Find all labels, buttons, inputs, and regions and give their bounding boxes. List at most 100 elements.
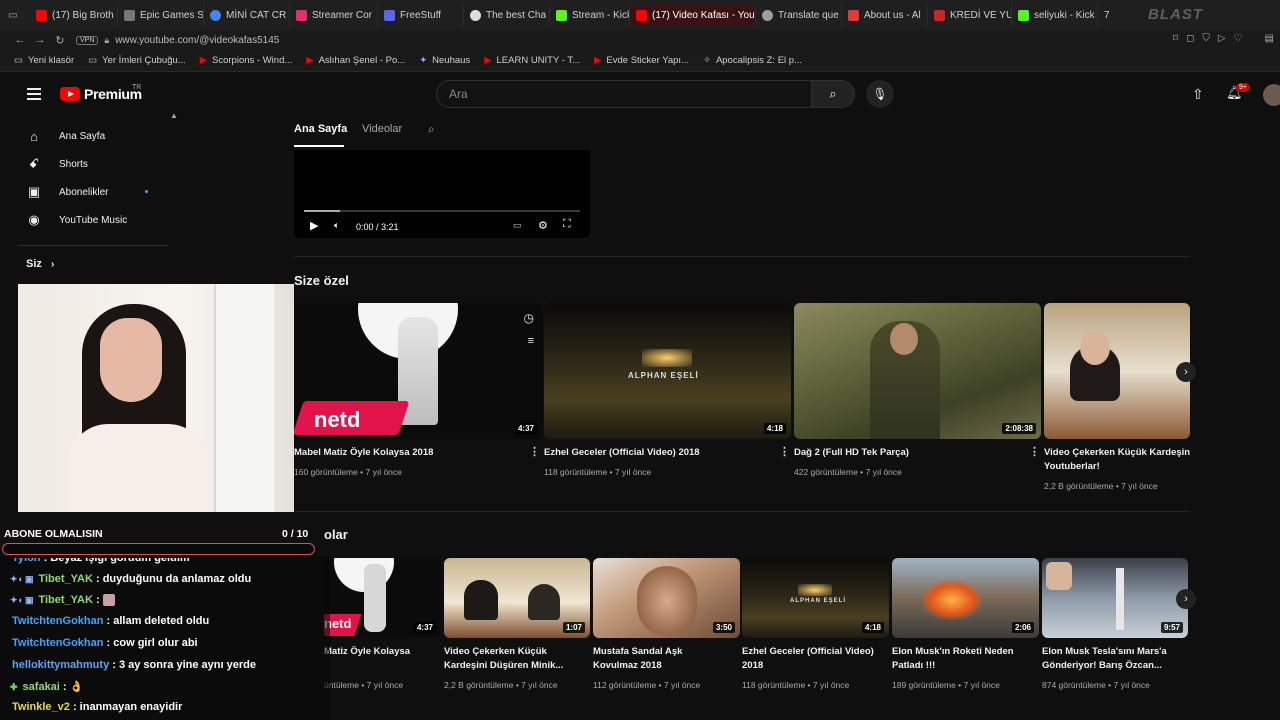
lock-icon[interactable]: 🔒︎ — [104, 35, 109, 46]
browser-tab-active[interactable]: (17) Video Kafası - YouT — [630, 4, 756, 26]
browser-tab[interactable]: Streamer Cor — [290, 4, 378, 26]
video-thumbnail[interactable]: ALPHAN EŞELİ 4:18 — [544, 303, 791, 439]
video-thumbnail[interactable]: 9:57 — [1042, 558, 1188, 638]
video-title-block[interactable]: Ezhel Geceler (Official Video) 2018 — [742, 645, 888, 673]
chat-text: : — [95, 594, 100, 606]
chat-username: hellokittymahmuty — [12, 659, 110, 671]
scroll-up-icon[interactable]: ▲ — [170, 111, 178, 120]
bookmark-label: Yeni klasör — [27, 55, 75, 66]
vpn-badge[interactable]: VPN — [76, 35, 99, 45]
browser-tab[interactable]: Stream - Kick — [550, 4, 630, 26]
shelf-next-button[interactable]: › — [1176, 362, 1196, 382]
section-title-videos: olar — [324, 527, 348, 542]
video-title[interactable]: Mabel Matiz Öyle Kolaysa 2018 — [294, 446, 433, 460]
bookmark-item[interactable]: ▶ Scorpions - Wind... — [200, 55, 293, 66]
bookmark-item[interactable]: ▭ Yeni klasör — [14, 55, 74, 66]
send-icon[interactable]: ▷ — [1218, 33, 1226, 44]
browser-tab[interactable]: The best Cha — [464, 4, 550, 26]
settings-icon[interactable]: ⚙ — [538, 219, 548, 232]
search-button[interactable]: ⌕ — [811, 80, 855, 108]
video-title-block[interactable]: Video Çekerken Küçük Kardeşini D Youtube… — [1044, 446, 1190, 474]
sidebar-you[interactable]: Siz › — [26, 258, 54, 270]
browser-tab[interactable]: Epic Games S — [118, 4, 204, 26]
sidebar-toggle-icon[interactable]: ▤ — [1265, 33, 1274, 44]
watch-later-icon[interactable]: ◷ — [524, 311, 534, 325]
browser-tab[interactable]: (17) Big Broth — [30, 4, 118, 26]
sidebar-item-subscriptions[interactable]: ▣ Abonelikler — [26, 184, 109, 200]
video-title[interactable]: Matiz Öyle Kolaysa — [324, 645, 410, 659]
tab-videos[interactable]: Videolar — [362, 123, 402, 135]
sidebar-item-shorts[interactable]: ꗃ Shorts — [26, 156, 88, 172]
browser-tab-bar: ▭ (17) Big Broth Epic Games S MİNİ CAT C… — [0, 0, 1280, 30]
video-title-line2: Gönderiyor! Barış Özcan... — [1042, 660, 1162, 671]
thumbnail-overlay-text: netd — [314, 407, 361, 432]
add-to-queue-icon[interactable]: ≡ — [528, 335, 534, 347]
bookmark-item[interactable]: ✦ Neuhaus — [419, 55, 470, 66]
more-options-icon[interactable]: ⋮ — [779, 445, 790, 458]
tab-strip-icon[interactable]: ▭ — [8, 10, 30, 21]
chat-text: : allam deleted oldu — [106, 615, 210, 627]
browser-tab[interactable]: About us - Al — [842, 4, 928, 26]
bookmark-item[interactable]: ✧ Apocalipsis Z: El p... — [703, 55, 802, 66]
chat-text: : duyduğunu da anlamaz oldu — [95, 573, 252, 585]
bookmark-item[interactable]: ▶ Aslıhan Şenel - Po... — [306, 55, 405, 66]
video-thumbnail[interactable]: 3:50 — [593, 558, 740, 638]
video-thumbnail[interactable] — [1044, 303, 1190, 439]
bookmarks-bar: ▭ Yeni klasör ▭ Yer İmleri Çubuğu... ▶ Scor… — [0, 50, 1280, 72]
progress-bar[interactable] — [304, 210, 580, 212]
menu-icon[interactable] — [27, 88, 41, 100]
fullscreen-icon[interactable]: ⛶ — [563, 218, 571, 231]
avatar[interactable] — [1263, 84, 1280, 106]
bookmark-item[interactable]: ▭ Yer İmleri Çubuğu... — [88, 55, 186, 66]
home-icon: ⌂ — [30, 128, 38, 144]
search-input[interactable]: Ara — [436, 80, 812, 108]
back-icon[interactable]: ← — [12, 34, 28, 46]
bookmark-label: Scorpions - Wind... — [212, 55, 293, 66]
sidebar-item-music[interactable]: ◉ YouTube Music — [26, 212, 127, 228]
shield-icon[interactable]: ⛉ — [1202, 33, 1210, 44]
upload-icon[interactable]: ⇧ — [1192, 86, 1204, 103]
video-duration: 4:37 — [514, 423, 537, 434]
chat-badges: ✦◐▣ — [10, 595, 35, 605]
play-icon[interactable]: ▶ — [310, 219, 318, 232]
youtube-logo[interactable]: Premium — [60, 86, 142, 102]
tab-label: MİNİ CAT CR — [226, 9, 287, 21]
reload-icon[interactable]: ↻ — [52, 34, 68, 47]
video-title-block[interactable]: Mustafa Sandal Aşk Kovulmaz 2018 — [593, 645, 739, 673]
browser-tab[interactable]: FreeStuff — [378, 4, 464, 26]
more-options-icon[interactable]: ⋮ — [529, 445, 540, 458]
volume-icon[interactable]: 🔈︎ — [334, 220, 339, 231]
browser-tab[interactable]: Translate que — [756, 4, 842, 26]
forward-icon[interactable]: → — [32, 34, 48, 46]
bookmark-item[interactable]: ▶ LEARN UNITY - T... — [484, 55, 580, 66]
voice-search-button[interactable]: 🎙︎ — [866, 80, 894, 108]
more-options-icon[interactable]: ⋮ — [1029, 445, 1040, 458]
screenshot-icon[interactable]: ◻ — [1186, 33, 1194, 44]
heart-icon[interactable]: ♡ — [1234, 33, 1243, 44]
video-thumbnail[interactable]: 2:06 — [892, 558, 1039, 638]
video-thumbnail[interactable]: 2:08:38 — [794, 303, 1041, 439]
browser-tab[interactable]: 7 — [1098, 4, 1128, 26]
featured-video-player[interactable]: ▶ 🔈︎ 0:00 / 3:21 ▭ ⚙ ⛶ — [294, 150, 590, 238]
channel-search-icon[interactable]: ⌕ — [428, 122, 435, 137]
video-thumbnail[interactable]: netd 4:37 — [324, 558, 441, 638]
tab-home[interactable]: Ana Sayfa — [294, 123, 347, 135]
subtitles-icon[interactable]: ▭ — [513, 220, 522, 231]
video-title-block[interactable]: Elon Musk'ın Roketi Neden Patladı !!! — [892, 645, 1038, 673]
video-thumbnail[interactable]: 1:07 — [444, 558, 590, 638]
video-title[interactable]: Dağ 2 (Full HD Tek Parça) — [794, 446, 909, 460]
video-thumbnail[interactable]: netd ◷ ≡ 4:37 — [294, 303, 542, 439]
url-field[interactable]: www.youtube.com/@videokafas5145 — [115, 35, 279, 46]
bookmark-item[interactable]: ▶ Evde Sticker Yapı... — [594, 55, 689, 66]
chat-message: TwitchtenGokhan : cow girl olur abi — [12, 637, 198, 649]
browser-tab[interactable]: MİNİ CAT CR — [204, 4, 290, 26]
video-title-block[interactable]: Video Çekerken Küçük Kardeşini Düşüren M… — [444, 645, 590, 673]
shelf-next-button[interactable]: › — [1176, 589, 1196, 609]
browser-tab[interactable]: KREDİ VE YU — [928, 4, 1012, 26]
video-title[interactable]: Ezhel Geceler (Official Video) 2018 — [544, 446, 700, 460]
video-title-block[interactable]: Elon Musk Tesla'sını Mars'a Gönderiyor! … — [1042, 645, 1188, 673]
sidebar-item-home[interactable]: ⌂ Ana Sayfa — [26, 128, 105, 144]
bookmark-icon[interactable]: ⌑ — [1173, 33, 1178, 44]
video-thumbnail[interactable]: ALPHAN EŞELİ 4:18 — [742, 558, 889, 638]
browser-tab[interactable]: seliyuki - Kick — [1012, 4, 1098, 26]
